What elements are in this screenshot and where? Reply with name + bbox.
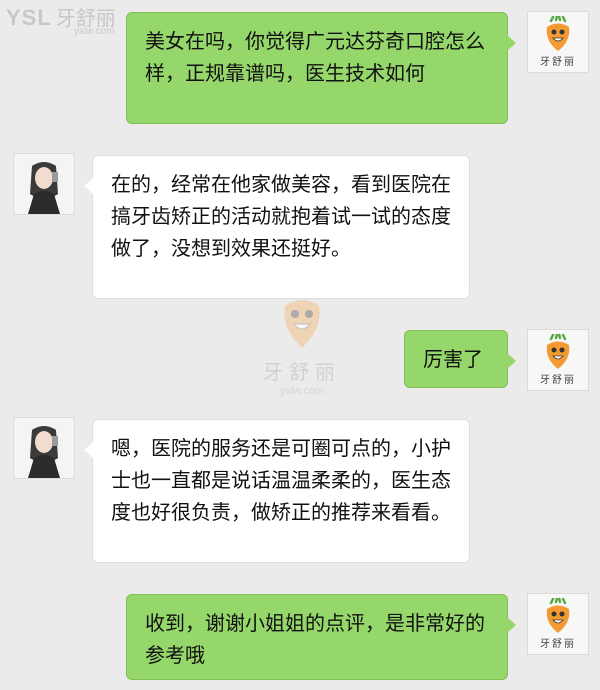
avatar-self[interactable]: 牙舒丽 [527,11,589,73]
message-text: 收到，谢谢小姐姐的点评，是非常好的参考哦 [145,611,485,667]
avatar-self[interactable]: 牙舒丽 [527,593,589,655]
carrot-mascot-icon [546,598,570,633]
message-bubble-incoming[interactable]: 嗯，医院的服务还是可圈可点的，小护士也一直都是说话温温柔柔的，医生态度也好很负责… [84,419,470,563]
avatar-contact[interactable] [13,153,75,215]
center-watermark: 牙舒丽 yslw.com [262,286,342,397]
message-text: 在的，经常在他家做美容，看到医院在搞牙齿矫正的活动就抱着试一试的态度做了，没想到… [111,172,451,260]
carrot-mascot-icon [546,16,570,51]
message-bubble-incoming[interactable]: 在的，经常在他家做美容，看到医院在搞牙齿矫正的活动就抱着试一试的态度做了，没想到… [84,155,470,299]
message-bubble-outgoing[interactable]: 美女在吗，你觉得广元达芬奇口腔怎么样，正规靠谱吗，医生技术如何 [126,12,516,124]
carrot-mascot-icon [546,334,570,369]
watermark-brand-latin: YSL [6,5,52,30]
message-text: 美女在吗，你觉得广元达芬奇口腔怎么样，正规靠谱吗，医生技术如何 [145,29,485,85]
message-text: 嗯，医院的服务还是可圈可点的，小护士也一直都是说话温温柔柔的，医生态度也好很负责… [111,436,451,524]
center-watermark-brand: 牙舒丽 [263,360,341,384]
avatar-photo-icon [14,154,74,214]
avatar-contact[interactable] [13,417,75,479]
watermark-url: yslw.com [74,26,115,37]
watermark-logo: YSL 牙舒丽 yslw.com [6,2,116,37]
message-bubble-outgoing[interactable]: 厉害了 [404,330,516,388]
message-text: 厉害了 [423,347,483,371]
avatar-photo-icon [14,418,74,478]
center-watermark-url: yslw.com [279,385,325,397]
avatar-brand-label: 牙舒丽 [540,375,576,386]
avatar-brand-label: 牙舒丽 [540,57,576,68]
avatar-self[interactable]: 牙舒丽 [527,329,589,391]
avatar-brand-label: 牙舒丽 [540,639,576,650]
message-bubble-outgoing[interactable]: 收到，谢谢小姐姐的点评，是非常好的参考哦 [126,594,516,680]
